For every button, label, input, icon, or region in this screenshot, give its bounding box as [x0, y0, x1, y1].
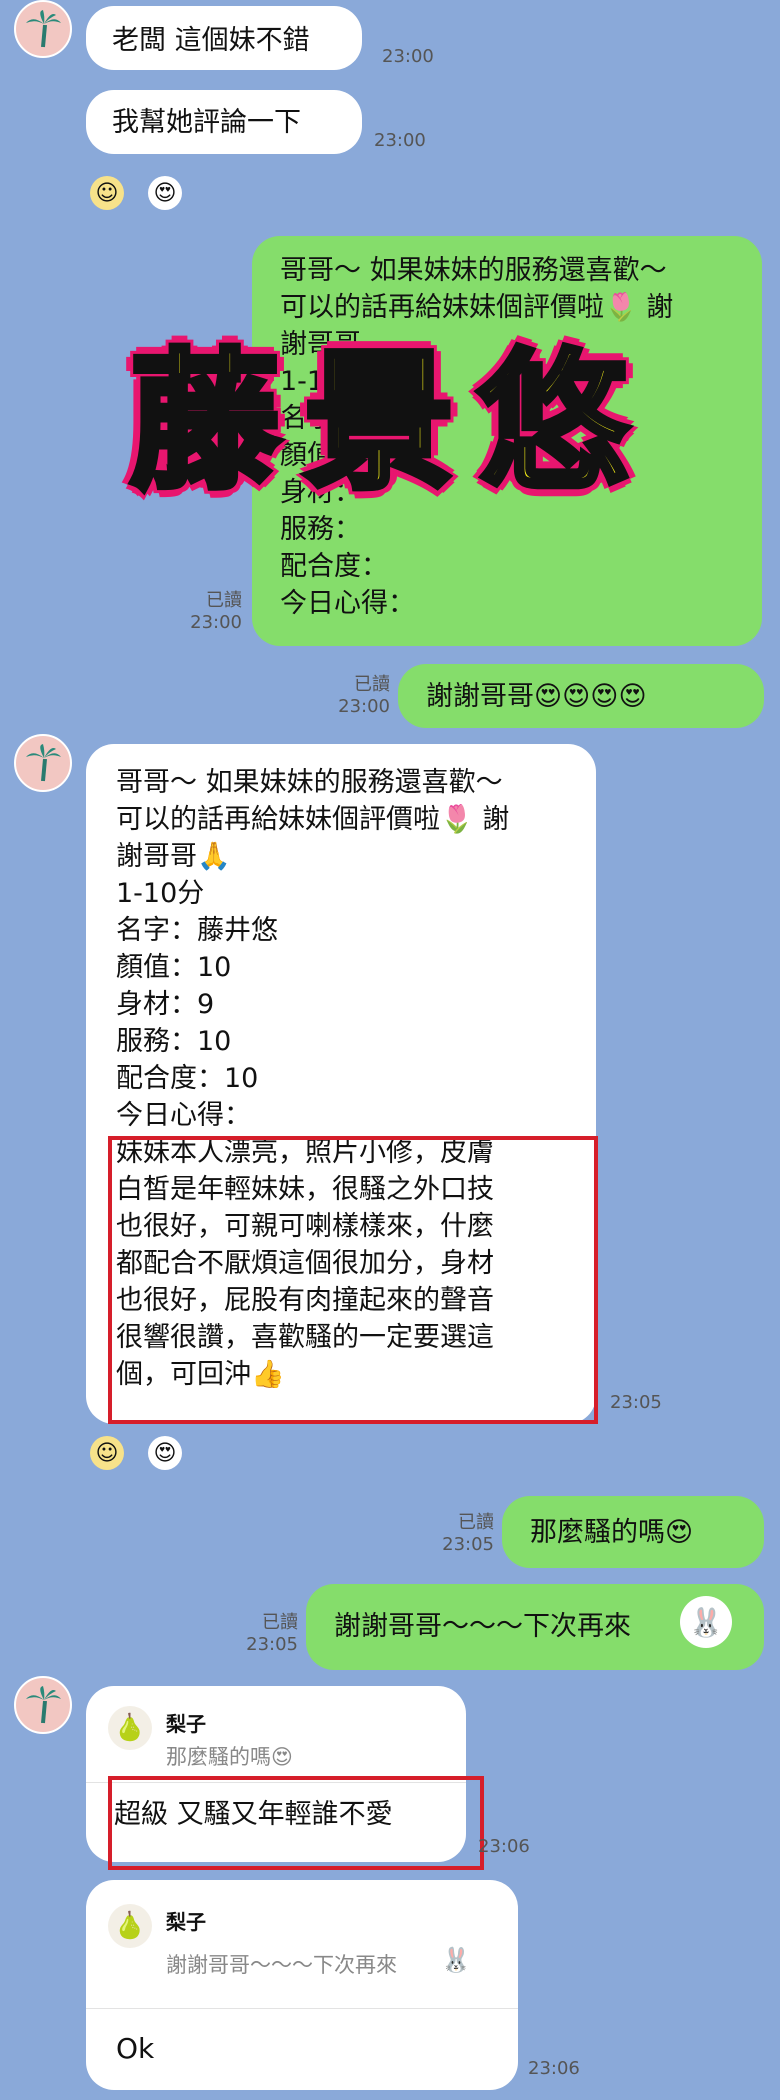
palm-tree-icon — [26, 744, 61, 782]
message-time: 23:00 — [338, 696, 390, 717]
heart-eyes-icon[interactable]: 😍 — [148, 1436, 182, 1470]
contact-avatar[interactable] — [14, 1676, 72, 1734]
message-text: 謝謝哥哥😍😍😍😍 — [426, 681, 647, 712]
message-bubble-outgoing[interactable]: 那麼騷的嗎😍 — [502, 1496, 764, 1568]
smile-face-icon[interactable]: ☺ — [90, 1436, 124, 1470]
message-line: 哥哥～ 如果妹妹的服務還喜歡～ — [280, 255, 667, 286]
message-time: 23:00 — [374, 130, 426, 151]
message-line: 謝哥哥🙏 — [116, 841, 231, 872]
message-line: 配合度：10 — [116, 1063, 259, 1094]
message-time: 23:05 — [442, 1534, 494, 1555]
reply-message-card[interactable]: 🍐 梨子 謝謝哥哥～～～下次再來 🐰 Ok — [86, 1880, 518, 2090]
reply-header[interactable]: 🍐 梨子 那麼騷的嗎😍 — [108, 1706, 293, 1771]
message-time: 23:06 — [528, 2058, 580, 2079]
contact-avatar[interactable] — [14, 0, 72, 58]
message-line: 1-10分 — [280, 366, 369, 397]
read-label: 已讀 — [206, 590, 242, 611]
reply-divider — [86, 2008, 518, 2009]
read-label: 已讀 — [354, 674, 390, 695]
message-line: 服務：10 — [116, 1026, 232, 1057]
palm-tree-icon — [26, 1686, 61, 1724]
pear-icon: 🍐 — [108, 1706, 152, 1750]
read-receipt: 已讀 23:05 — [236, 1612, 298, 1656]
heart-eyes-icon[interactable]: 😍 — [148, 176, 182, 210]
contact-avatar[interactable] — [14, 734, 72, 792]
message-line: 配合度： — [280, 551, 388, 582]
message-line: 哥哥～ 如果妹妹的服務還喜歡～ — [116, 767, 503, 798]
message-line: 身材： — [280, 477, 361, 508]
bunny-sticker-icon: 🐰 — [680, 1596, 732, 1648]
reply-header[interactable]: 🍐 梨子 謝謝哥哥～～～下次再來 — [108, 1904, 397, 1979]
reply-quoted-text: 謝謝哥哥～～～下次再來 — [166, 1953, 397, 1977]
highlight-box — [108, 1136, 598, 1424]
bunny-sticker-icon: 🐰 — [434, 1938, 478, 1982]
read-label: 已讀 — [458, 1512, 494, 1533]
message-text: 謝謝哥哥～～～下次再來 — [334, 1611, 631, 1642]
message-line: 名字： — [280, 403, 361, 434]
message-line: 謝哥哥 — [280, 329, 361, 360]
message-line: 服務： — [280, 514, 361, 545]
message-line: 顏值： — [280, 440, 361, 471]
palm-tree-icon — [26, 10, 61, 48]
reply-sender-name: 梨子 — [166, 1712, 206, 1736]
read-receipt: 已讀 23:00 — [188, 590, 242, 634]
reply-sender-name: 梨子 — [166, 1910, 206, 1934]
message-line: 可以的話再給妹妹個評價啦🌷 謝 — [280, 292, 674, 323]
reply-quoted-text: 那麼騷的嗎😍 — [166, 1745, 293, 1769]
message-time: 23:05 — [246, 1634, 298, 1655]
message-line: 名字：藤井悠 — [116, 915, 278, 946]
smile-face-icon[interactable]: ☺ — [90, 176, 124, 210]
pear-icon: 🍐 — [108, 1904, 152, 1948]
read-label: 已讀 — [262, 1612, 298, 1633]
highlight-box — [108, 1776, 484, 1870]
message-line: 今日心得： — [116, 1100, 251, 1131]
message-bubble-incoming[interactable]: 我幫她評論一下 — [86, 90, 362, 154]
message-bubble-outgoing[interactable]: 哥哥～ 如果妹妹的服務還喜歡～ 可以的話再給妹妹個評價啦🌷 謝 謝哥哥 1-10… — [252, 236, 762, 646]
message-line: 身材：9 — [116, 989, 215, 1020]
message-text: Ok — [116, 2032, 155, 2065]
read-receipt: 已讀 23:05 — [432, 1512, 494, 1556]
message-line: 可以的話再給妹妹個評價啦🌷 謝 — [116, 804, 510, 835]
read-receipt: 已讀 23:00 — [330, 674, 390, 718]
message-time: 23:00 — [382, 46, 434, 67]
message-text: 我幫她評論一下 — [112, 107, 301, 138]
message-time: 23:00 — [190, 612, 242, 633]
message-text: 老闆 這個妹不錯 — [112, 25, 310, 56]
message-line: 1-10分 — [116, 878, 205, 909]
message-line: 顏值：10 — [116, 952, 232, 983]
message-text: 那麼騷的嗎😍 — [530, 1517, 694, 1548]
message-line: 今日心得： — [280, 588, 415, 619]
message-bubble-outgoing[interactable]: 謝謝哥哥😍😍😍😍 — [398, 664, 764, 728]
message-time: 23:05 — [610, 1392, 662, 1413]
message-time: 23:06 — [478, 1836, 530, 1857]
message-bubble-incoming[interactable]: 老闆 這個妹不錯 — [86, 6, 362, 70]
